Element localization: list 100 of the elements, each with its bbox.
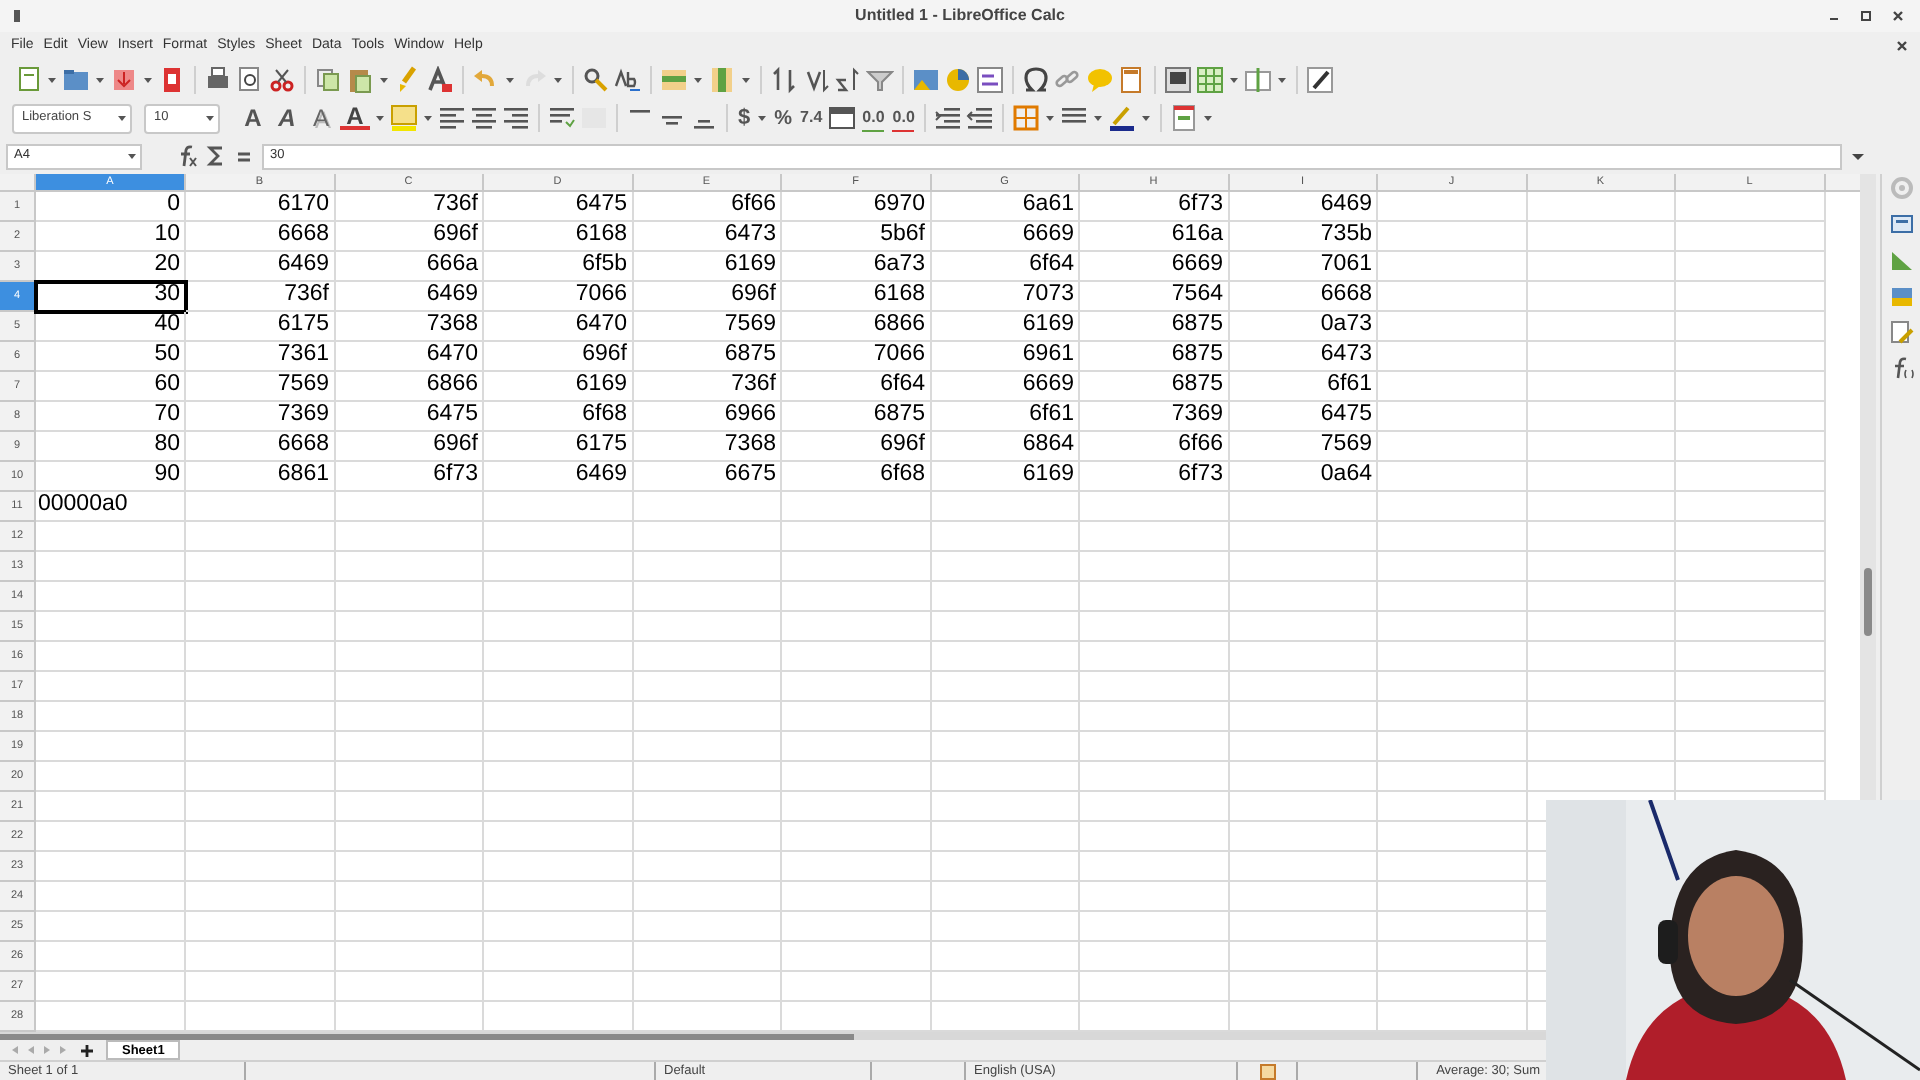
- table-cell[interactable]: [931, 972, 1080, 1002]
- table-cell[interactable]: [782, 492, 931, 522]
- table-cell[interactable]: 6469: [484, 462, 633, 492]
- table-cell[interactable]: [1527, 402, 1676, 432]
- table-cell[interactable]: [1229, 492, 1378, 522]
- table-cell[interactable]: [186, 522, 335, 552]
- table-cell[interactable]: 00000a0: [36, 492, 186, 522]
- table-cell[interactable]: [36, 792, 186, 822]
- caret-icon[interactable]: [142, 73, 154, 85]
- table-cell[interactable]: 60: [36, 372, 186, 402]
- table-cell[interactable]: [782, 792, 931, 822]
- caret-icon[interactable]: [1202, 112, 1215, 124]
- table-cell[interactable]: 80: [36, 432, 186, 462]
- table-cell[interactable]: [1378, 222, 1527, 252]
- table-cell[interactable]: 7361: [186, 342, 335, 372]
- sort-icon[interactable]: [770, 65, 798, 93]
- row-icon[interactable]: [660, 65, 688, 93]
- table-cell[interactable]: [36, 822, 186, 852]
- table-cell[interactable]: [1080, 882, 1229, 912]
- sort-ascending-icon[interactable]: [802, 65, 830, 93]
- table-cell[interactable]: [633, 522, 782, 552]
- table-cell[interactable]: 6470: [484, 312, 633, 342]
- table-cell[interactable]: [931, 792, 1080, 822]
- table-cell[interactable]: 736f: [633, 372, 782, 402]
- table-cell[interactable]: [1527, 612, 1676, 642]
- table-cell[interactable]: [186, 762, 335, 792]
- table-cell[interactable]: [1229, 792, 1378, 822]
- table-cell[interactable]: [782, 912, 931, 942]
- table-cell[interactable]: [186, 702, 335, 732]
- table-cell[interactable]: [484, 612, 633, 642]
- table-cell[interactable]: [782, 642, 931, 672]
- table-cell[interactable]: 6473: [633, 222, 782, 252]
- table-cell[interactable]: 6175: [186, 312, 335, 342]
- table-cell[interactable]: 6f64: [782, 372, 931, 402]
- align-left-icon[interactable]: [438, 104, 466, 132]
- add-decimal-button[interactable]: 0.0: [862, 105, 885, 131]
- printer-icon[interactable]: [204, 65, 232, 93]
- table-cell[interactable]: [36, 642, 186, 672]
- copy-icon[interactable]: [314, 65, 342, 93]
- table-cell[interactable]: [1229, 522, 1378, 552]
- table-cell[interactable]: 6970: [782, 192, 931, 222]
- table-cell[interactable]: [1229, 912, 1378, 942]
- table-cell[interactable]: [335, 942, 484, 972]
- table-cell[interactable]: [484, 762, 633, 792]
- table-cell[interactable]: [1527, 672, 1676, 702]
- document-icon[interactable]: [14, 65, 42, 93]
- indent-icon[interactable]: [934, 104, 963, 132]
- table-cell[interactable]: [484, 552, 633, 582]
- table-cell[interactable]: [36, 912, 186, 942]
- table-cell[interactable]: [1080, 612, 1229, 642]
- table-cell[interactable]: [931, 522, 1080, 552]
- table-cell[interactable]: 7569: [1229, 432, 1378, 462]
- table-cell[interactable]: [186, 852, 335, 882]
- delete-decimal-button[interactable]: 0.0: [892, 105, 915, 131]
- table-cell[interactable]: 6f5b: [484, 252, 633, 282]
- table-cell[interactable]: [484, 912, 633, 942]
- table-cell[interactable]: 6f73: [1080, 462, 1229, 492]
- table-cell[interactable]: [1676, 672, 1825, 702]
- table-cell[interactable]: [335, 702, 484, 732]
- function-icon[interactable]: [1889, 356, 1913, 380]
- table-cell[interactable]: [1527, 522, 1676, 552]
- pivot-table-icon[interactable]: [976, 65, 1004, 93]
- table-cell[interactable]: [782, 852, 931, 882]
- table-cell[interactable]: [931, 822, 1080, 852]
- table-cell[interactable]: [1527, 372, 1676, 402]
- caret-icon[interactable]: [374, 112, 386, 124]
- table-cell[interactable]: [1378, 492, 1527, 522]
- table-cell[interactable]: [1527, 582, 1676, 612]
- table-cell[interactable]: 736f: [186, 282, 335, 312]
- digital-signature-icon[interactable]: [1259, 1063, 1275, 1079]
- table-cell[interactable]: [335, 612, 484, 642]
- spellcheck-icon[interactable]: [614, 65, 642, 93]
- table-cell[interactable]: [782, 552, 931, 582]
- table-cell[interactable]: [1080, 852, 1229, 882]
- table-cell[interactable]: [931, 702, 1080, 732]
- table-cell[interactable]: [633, 642, 782, 672]
- table-cell[interactable]: [335, 672, 484, 702]
- table-cell[interactable]: [1527, 312, 1676, 342]
- table-cell[interactable]: [1676, 312, 1825, 342]
- table-cell[interactable]: [1527, 492, 1676, 522]
- table-cell[interactable]: 0: [36, 192, 186, 222]
- table-cell[interactable]: [186, 972, 335, 1002]
- column-icon[interactable]: [708, 65, 736, 93]
- table-cell[interactable]: [633, 912, 782, 942]
- table-cell[interactable]: 6875: [1080, 372, 1229, 402]
- table-cell[interactable]: [1378, 732, 1527, 762]
- table-cell[interactable]: [633, 762, 782, 792]
- table-cell[interactable]: [1080, 912, 1229, 942]
- scrollbar-thumb[interactable]: [1864, 568, 1872, 636]
- table-cell[interactable]: 6f66: [1080, 432, 1229, 462]
- table-cell[interactable]: 5b6f: [782, 222, 931, 252]
- table-cell[interactable]: [1080, 642, 1229, 672]
- table-cell[interactable]: [186, 882, 335, 912]
- funnel-icon[interactable]: [866, 65, 894, 93]
- table-cell[interactable]: [1527, 222, 1676, 252]
- table-cell[interactable]: [1080, 492, 1229, 522]
- table-cell[interactable]: [1229, 882, 1378, 912]
- table-cell[interactable]: 7073: [931, 282, 1080, 312]
- currency-button[interactable]: $: [738, 101, 751, 135]
- table-cell[interactable]: 6175: [484, 432, 633, 462]
